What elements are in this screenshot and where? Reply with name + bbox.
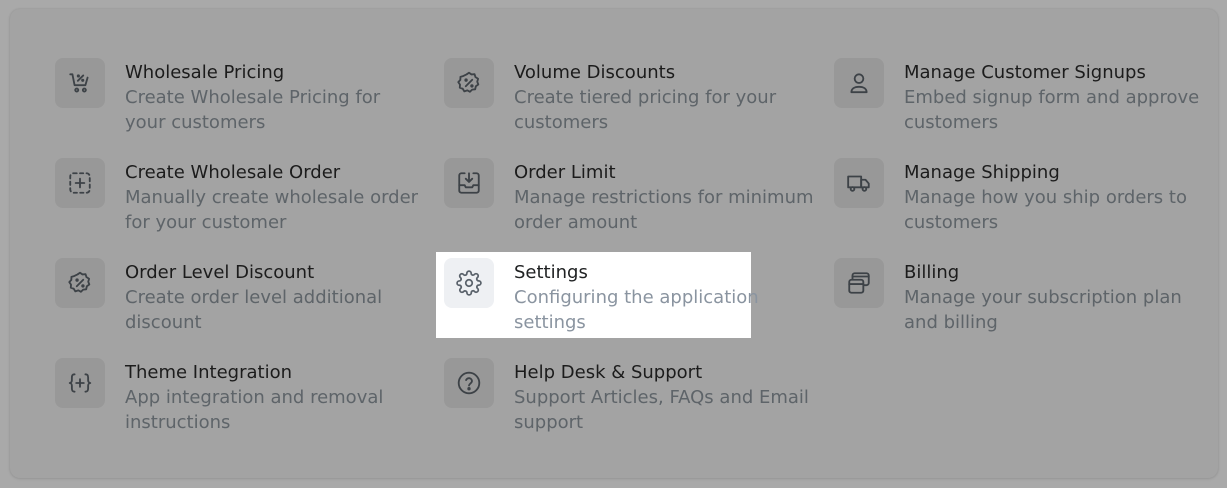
menu-item-create-wholesale-order[interactable]: Create Wholesale Order Manually create w… bbox=[55, 158, 418, 238]
item-description: Create order level additional discount bbox=[125, 287, 383, 333]
item-title: Manage Shipping bbox=[904, 162, 1060, 183]
item-title: Theme Integration bbox=[125, 362, 292, 383]
truck-icon bbox=[834, 158, 884, 208]
braces-plus-icon bbox=[55, 358, 105, 408]
dashed-plus-icon bbox=[55, 158, 105, 208]
inbox-download-icon bbox=[444, 158, 494, 208]
item-description: Manually create wholesale order for your… bbox=[125, 187, 419, 233]
item-title: Manage Customer Signups bbox=[904, 62, 1146, 83]
menu-item-manage-customer-signups[interactable]: Manage Customer Signups Embed signup for… bbox=[834, 58, 1199, 138]
menu-item-volume-discounts[interactable]: Volume Discounts Create tiered pricing f… bbox=[444, 58, 784, 138]
item-description: Manage how you ship orders to customers bbox=[904, 187, 1187, 233]
menu-item-theme-integration[interactable]: Theme Integration App integration and re… bbox=[55, 358, 395, 438]
item-description: Manage your subscription plan and billin… bbox=[904, 287, 1182, 333]
person-icon bbox=[834, 58, 884, 108]
menu-item-order-level-discount[interactable]: Order Level Discount Create order level … bbox=[55, 258, 395, 338]
item-title: Volume Discounts bbox=[514, 62, 676, 83]
item-description: Create tiered pricing for your customers bbox=[514, 87, 777, 133]
item-title: Billing bbox=[904, 262, 960, 283]
menu-item-help-desk-support[interactable]: Help Desk & Support Support Articles, FA… bbox=[444, 358, 809, 438]
item-title: Wholesale Pricing bbox=[125, 62, 285, 83]
discount-badge-icon bbox=[55, 258, 105, 308]
discount-badge-icon bbox=[444, 58, 494, 108]
gear-icon bbox=[444, 258, 494, 308]
item-description: Create Wholesale Pricing for your custom… bbox=[125, 87, 381, 133]
item-title: Order Limit bbox=[514, 162, 616, 183]
cart-discount-icon bbox=[55, 58, 105, 108]
item-title: Help Desk & Support bbox=[514, 362, 703, 383]
question-circle-icon bbox=[444, 358, 494, 408]
item-description: Embed signup form and approve customers bbox=[904, 87, 1200, 133]
item-description: Manage restrictions for minimum order am… bbox=[514, 187, 814, 233]
item-title: Order Level Discount bbox=[125, 262, 315, 283]
item-description: Configuring the application settings bbox=[514, 287, 759, 333]
item-description: App integration and removal instructions bbox=[125, 387, 384, 433]
menu-item-manage-shipping[interactable]: Manage Shipping Manage how you ship orde… bbox=[834, 158, 1187, 238]
item-title: Create Wholesale Order bbox=[125, 162, 341, 183]
item-description: Support Articles, FAQs and Email support bbox=[514, 387, 809, 433]
menu-item-order-limit[interactable]: Order Limit Manage restrictions for mini… bbox=[444, 158, 814, 238]
menu-item-wholesale-pricing[interactable]: Wholesale Pricing Create Wholesale Prici… bbox=[55, 58, 395, 138]
item-title: Settings bbox=[514, 262, 588, 283]
features-card: Wholesale Pricing Create Wholesale Prici… bbox=[10, 9, 1218, 478]
menu-item-billing[interactable]: Billing Manage your subscription plan an… bbox=[834, 258, 1182, 338]
menu-item-settings[interactable]: Settings Configuring the application set… bbox=[436, 252, 784, 338]
credit-card-icon bbox=[834, 258, 884, 308]
